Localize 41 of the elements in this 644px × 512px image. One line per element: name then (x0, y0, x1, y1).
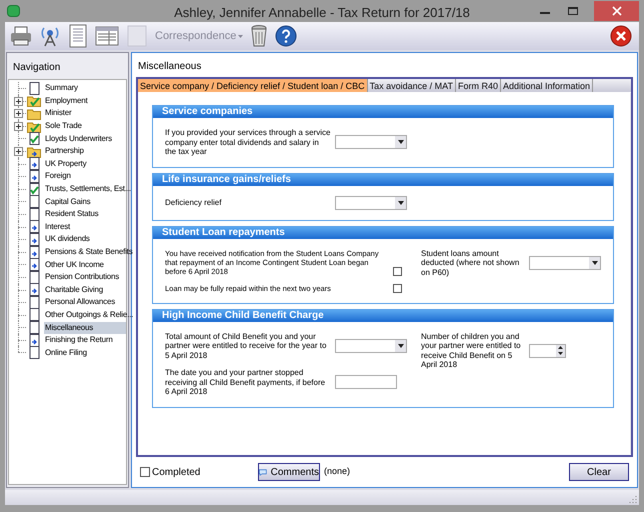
navigation-item[interactable]: Partnership (44, 145, 85, 158)
completed-checkbox[interactable]: Completed (140, 464, 258, 480)
section-header: High Income Child Benefit Charge (153, 310, 613, 322)
navigation-item[interactable]: Capital Gains (44, 196, 92, 208)
navigation-item[interactable]: Personal Allowances (44, 296, 116, 308)
navigation-item[interactable]: Summary (44, 82, 79, 94)
tab[interactable]: Additional Information (501, 79, 594, 92)
tab[interactable]: Tax avoidance / MAT (368, 79, 456, 92)
field-label: Deficiency relief (165, 198, 222, 208)
window-title: Ashley, Jennifer Annabelle - Tax Return for 2017/18 (173, 4, 471, 22)
navigation-item[interactable]: Sole Trade (44, 120, 83, 132)
field-label: Student loans amount deducted (where not shown on P60) (421, 248, 520, 277)
navigation-item[interactable]: Online Filing (44, 346, 88, 359)
navigation-item[interactable]: Minister (44, 107, 72, 120)
navigation-item[interactable]: Interest (44, 220, 72, 233)
field-label: Total amount of Child Benefit you and your partner were entitled to receive for the year to 5 April 2018 (165, 332, 328, 360)
navigation-item[interactable]: Trusts, Settlements, Est... (44, 183, 132, 196)
navigation-item[interactable]: Finishing the Return (44, 334, 114, 346)
tab[interactable]: Form R40 (456, 79, 501, 92)
navigation-item[interactable]: Lloyds Underwriters (44, 132, 113, 145)
field-label: Number of children you and your partner were entitled to receive Child Benefit on 5 April 2018 (421, 332, 522, 370)
panel-title: Miscellaneous (137, 60, 202, 74)
comments-value: (none) (324, 465, 350, 478)
field-label: If you provided your services through a service company enter total dividends and salary in the tax year (165, 128, 331, 156)
tab[interactable]: Service company / Deficiency relief / Student loan / CBC (138, 79, 368, 92)
navigation-item[interactable]: Other UK Income (44, 258, 105, 271)
navigation-item[interactable]: Miscellaneous (44, 322, 126, 334)
navigation-item[interactable]: UK dividends (44, 233, 91, 246)
field-label: The date you and your partner stopped receiving all Child Benefit payments, if before 6 April 2018 (165, 368, 326, 396)
clear-button[interactable]: Clear (569, 463, 629, 481)
navigation-item[interactable]: Charitable Giving (44, 284, 104, 296)
comments-button[interactable]: Comments (258, 463, 320, 481)
section-header: Service companies (153, 106, 613, 118)
navigation-item[interactable]: UK Property (44, 158, 88, 170)
navigation-item[interactable]: Pension Contributions (44, 271, 120, 284)
navigation-item[interactable]: Employment (44, 94, 88, 107)
navigation-item[interactable]: Resident Status (44, 208, 100, 220)
section-header: Life insurance gains/reliefs (153, 174, 613, 186)
section-header: Student Loan repayments (153, 226, 613, 238)
navigation-item[interactable]: Foreign (44, 170, 72, 182)
panel-title: Navigation (12, 61, 62, 75)
